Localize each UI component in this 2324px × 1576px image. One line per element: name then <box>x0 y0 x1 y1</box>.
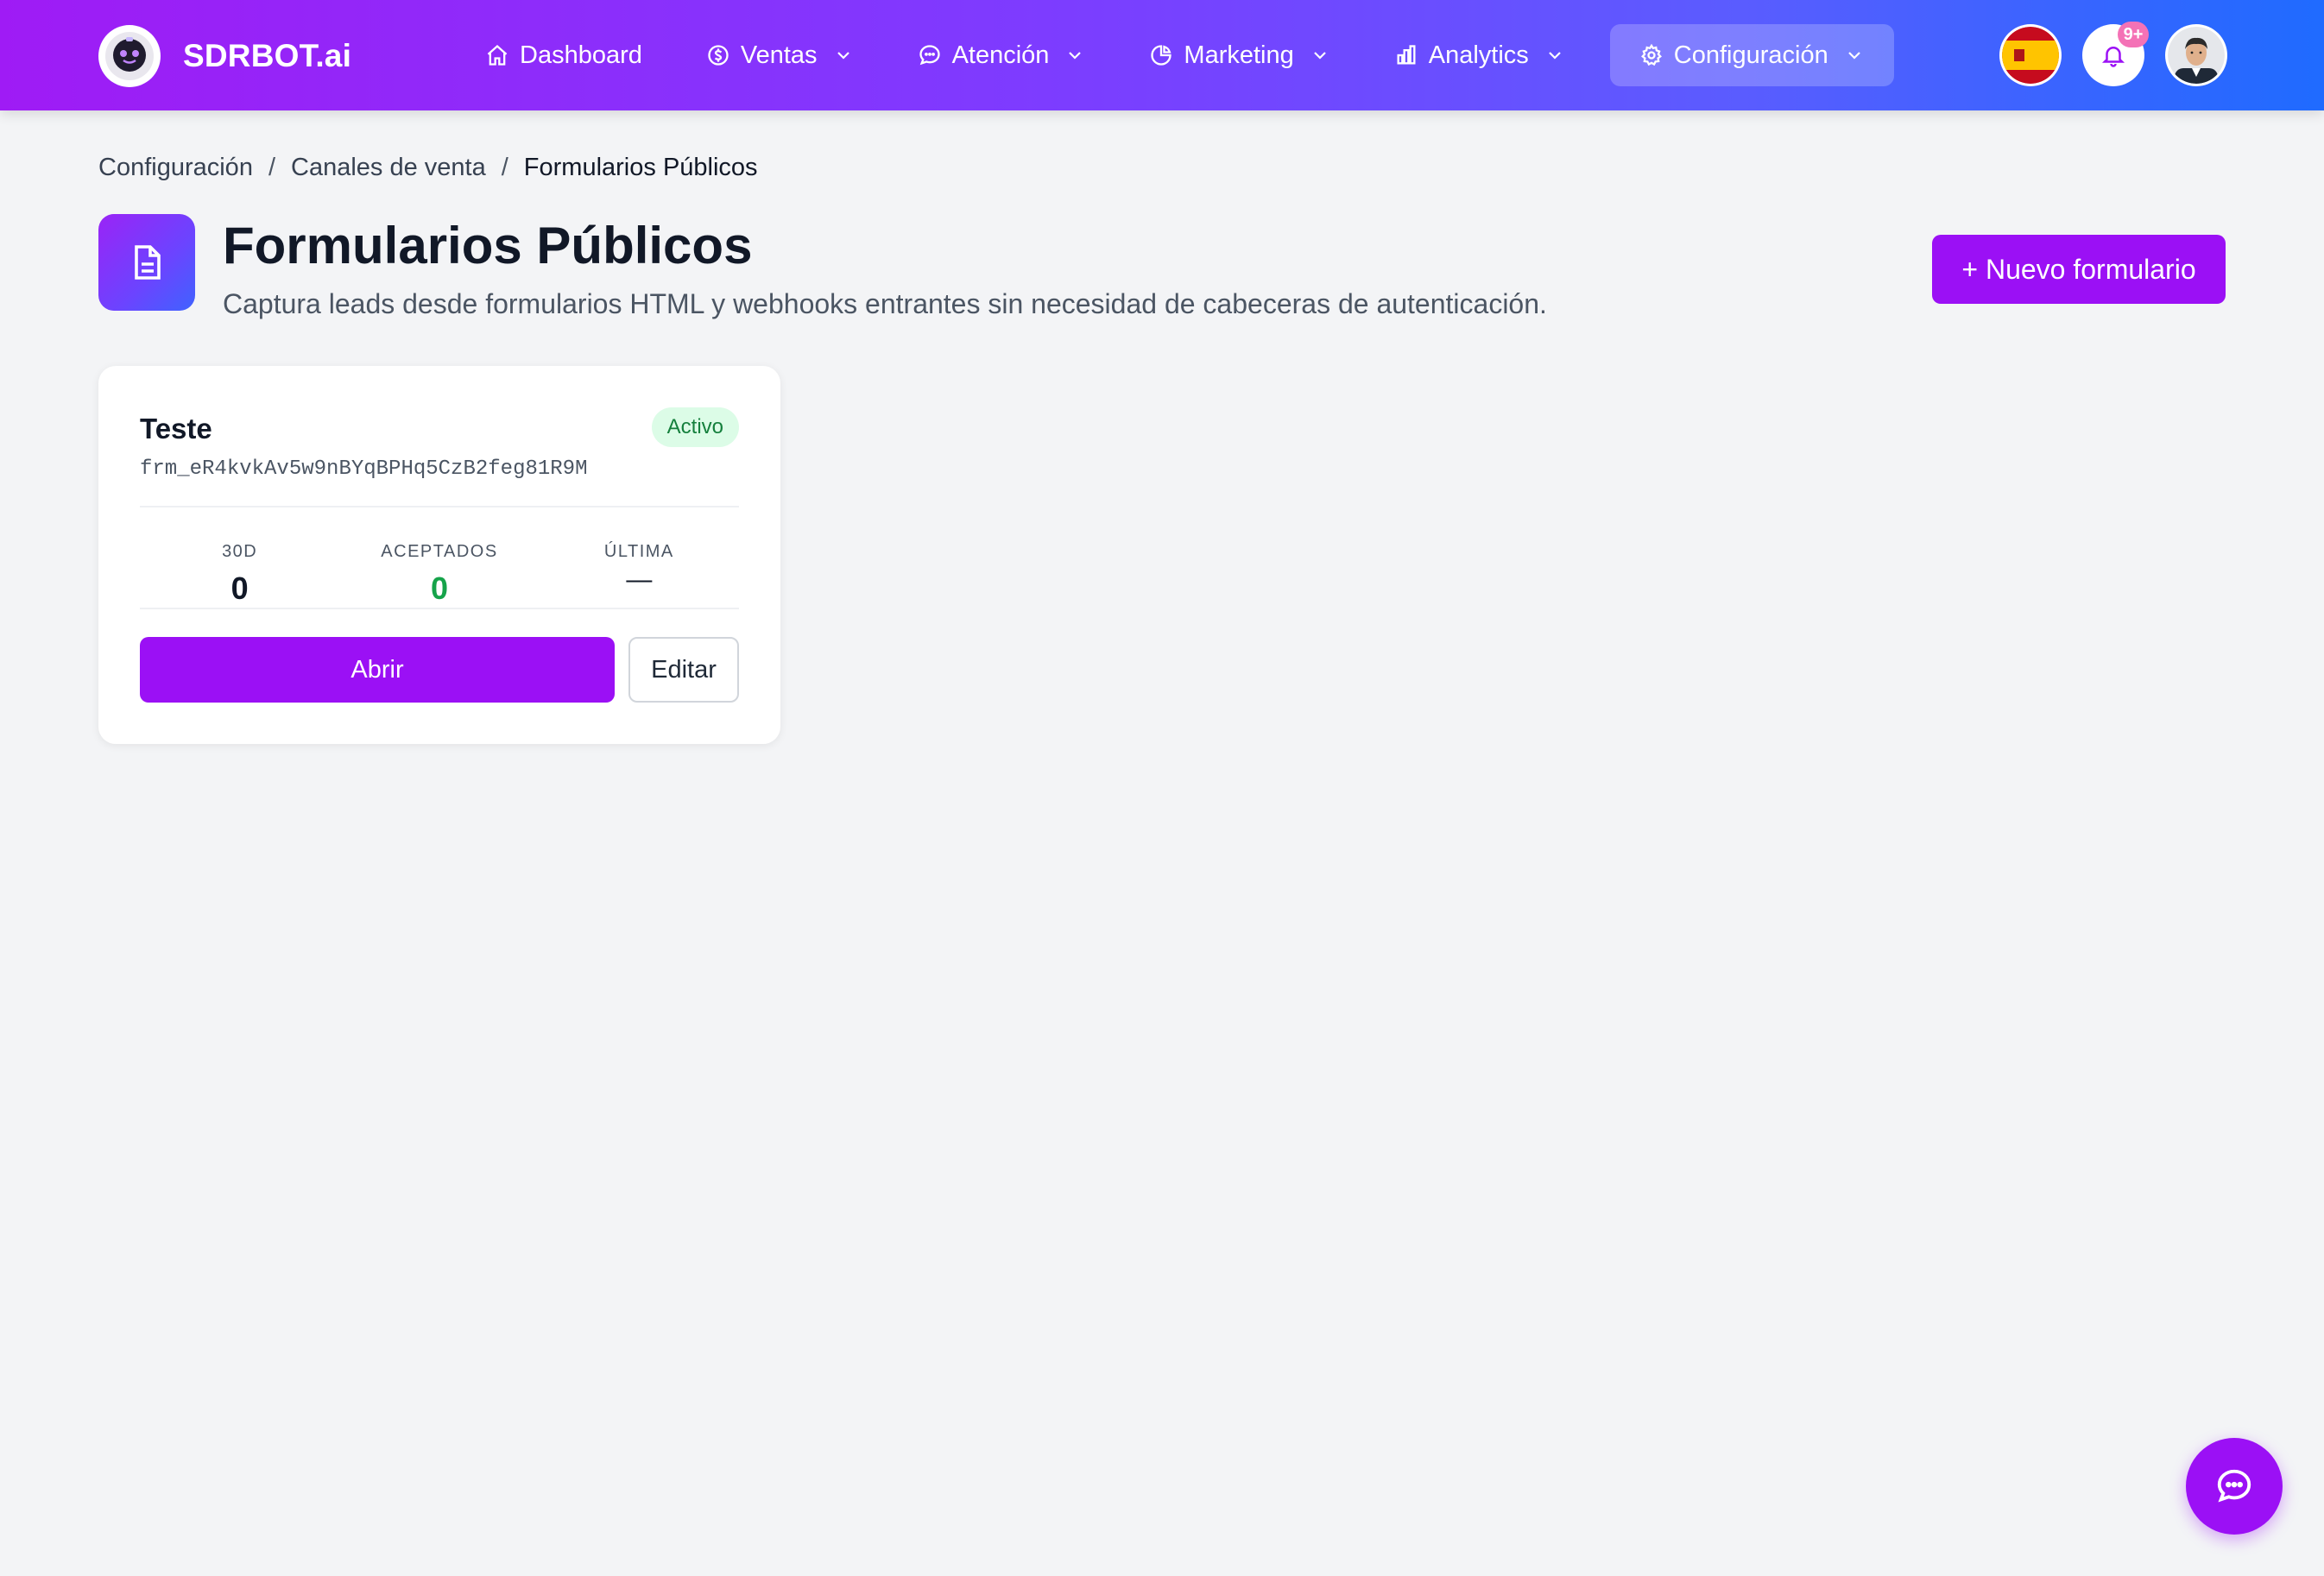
nav-item-marketing[interactable]: Marketing <box>1130 24 1348 86</box>
nav-label: Atención <box>951 41 1050 69</box>
edit-form-button[interactable]: Editar <box>628 637 739 703</box>
bar-chart-icon <box>1397 45 1416 65</box>
chevron-down-icon <box>1313 52 1326 60</box>
header-actions: 9+ <box>1999 22 2227 86</box>
top-navbar: SDRBOT.ai Dashboard Ventas Atención Mark… <box>0 0 2324 110</box>
stat-value: 0 <box>430 571 448 606</box>
chevron-down-icon <box>1069 52 1082 60</box>
nav-item-analytics[interactable]: Analytics <box>1375 24 1584 86</box>
card-divider <box>140 506 739 507</box>
nav-label: Dashboard <box>520 41 642 69</box>
robot-logo-icon <box>98 25 161 87</box>
stat-label: ACEPTADOS <box>381 542 498 561</box>
breadcrumb-item-canales[interactable]: Canales de venta <box>291 154 486 182</box>
form-id: frm_eR4kvkAv5w9nBYqBPHq5CzB2feg81R9M <box>140 457 588 481</box>
language-selector[interactable] <box>1999 24 2062 86</box>
chevron-down-icon <box>1549 52 1561 60</box>
notifications-button[interactable]: 9+ <box>2082 22 2149 86</box>
nav-item-dashboard[interactable]: Dashboard <box>466 24 661 86</box>
page-subtitle: Captura leads desde formularios HTML y w… <box>223 288 1547 319</box>
nav-item-atencion[interactable]: Atención <box>899 24 1105 86</box>
new-form-button[interactable]: + Nuevo formulario <box>1932 235 2226 304</box>
breadcrumb-separator: / <box>268 154 276 181</box>
stat-value: — <box>626 565 653 594</box>
main-nav: Dashboard Ventas Atención Marketing Anal… <box>466 24 1920 86</box>
nav-label: Ventas <box>740 41 818 69</box>
breadcrumb-item-configuracion[interactable]: Configuración <box>98 154 253 182</box>
breadcrumb-item-current: Formularios Públicos <box>523 154 758 181</box>
breadcrumb: Configuración / Canales de venta / Formu… <box>98 154 758 182</box>
brand[interactable]: SDRBOT.ai <box>98 25 351 87</box>
dollar-icon <box>708 45 729 66</box>
nav-item-ventas[interactable]: Ventas <box>687 24 873 86</box>
form-card: Teste Activo frm_eR4kvkAv5w9nBYqBPHq5CzB… <box>98 366 780 744</box>
form-name: Teste <box>140 413 212 444</box>
status-badge: Activo <box>651 407 739 447</box>
page-title: Formularios Públicos <box>223 217 753 274</box>
chat-bubble-icon <box>919 45 940 66</box>
pie-chart-icon <box>1151 45 1172 66</box>
home-icon <box>487 44 508 66</box>
chat-widget-button[interactable] <box>2186 1438 2283 1535</box>
card-divider <box>140 608 739 609</box>
chat-bubble-icon <box>2217 1469 2251 1503</box>
notification-count-badge: 9+ <box>2118 22 2149 47</box>
document-icon <box>98 214 195 311</box>
nav-label: Configuración <box>1673 41 1828 69</box>
stat-value: 0 <box>231 571 249 606</box>
stat-label: ÚLTIMA <box>603 542 674 561</box>
nav-label: Analytics <box>1428 41 1529 69</box>
spain-flag-icon <box>2002 27 2059 84</box>
gear-icon <box>1640 43 1662 66</box>
chevron-down-icon <box>1847 52 1860 60</box>
brand-name: SDRBOT.ai <box>183 38 352 73</box>
stat-label: 30D <box>222 542 258 561</box>
breadcrumb-separator: / <box>501 154 508 181</box>
bell-icon <box>2101 47 2125 67</box>
chevron-down-icon <box>837 52 849 60</box>
nav-item-configuracion[interactable]: Configuración <box>1609 24 1894 86</box>
open-form-button[interactable]: Abrir <box>140 637 615 703</box>
avatar <box>2168 27 2225 84</box>
user-avatar[interactable] <box>2165 24 2227 86</box>
nav-label: Marketing <box>1184 41 1294 69</box>
